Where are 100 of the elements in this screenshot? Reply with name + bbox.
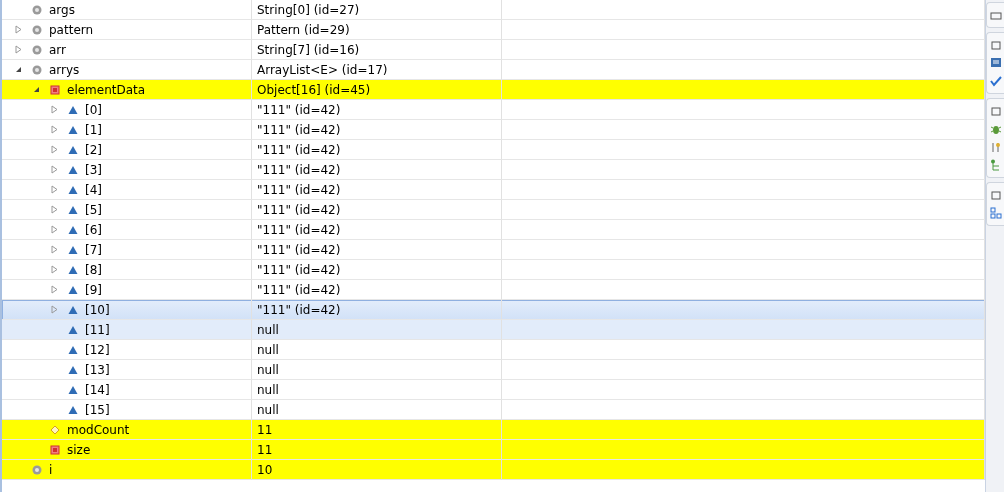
expand-arrow-icon[interactable] [50, 125, 59, 134]
local-variable-icon [32, 464, 42, 475]
variable-value: "111" (id=42) [256, 162, 341, 177]
variable-row[interactable]: [9] "111" (id=42) [2, 280, 985, 300]
local-variable-icon [32, 4, 42, 15]
variable-row[interactable]: size 11 [2, 440, 985, 460]
variable-name: [2] [85, 142, 102, 157]
variable-name: arrys [49, 62, 80, 77]
variable-value: "111" (id=42) [256, 282, 341, 297]
console-icon[interactable] [989, 57, 1002, 69]
breakpoint-tree-icon[interactable] [989, 159, 1002, 171]
variable-value: "111" (id=42) [256, 122, 341, 137]
variable-name: [10] [85, 302, 110, 317]
variable-value: Pattern (id=29) [256, 22, 350, 37]
variable-name: size [67, 442, 91, 457]
variable-value: "111" (id=42) [256, 242, 341, 257]
triangle-icon [68, 304, 78, 315]
variable-name: [3] [85, 162, 102, 177]
variable-row[interactable]: [11] null [2, 320, 985, 340]
variable-row[interactable]: [6] "111" (id=42) [2, 220, 985, 240]
minimize-icon[interactable] [989, 39, 1002, 51]
variable-row[interactable]: [2] "111" (id=42) [2, 140, 985, 160]
expand-arrow-icon[interactable] [14, 25, 23, 34]
variable-name: args [49, 2, 75, 17]
layout-icon[interactable] [989, 9, 1002, 21]
variable-row[interactable]: [12] null [2, 340, 985, 360]
variable-row[interactable]: arrys ArrayList<E> (id=17) [2, 60, 985, 80]
triangle-icon [68, 404, 78, 415]
bug-icon[interactable] [989, 123, 1002, 135]
outline-icon[interactable] [989, 207, 1002, 219]
expand-arrow-icon[interactable] [50, 145, 59, 154]
variable-row[interactable]: modCount 11 [2, 420, 985, 440]
variable-row[interactable]: [5] "111" (id=42) [2, 200, 985, 220]
variable-value: String[0] (id=27) [256, 2, 360, 17]
variable-row[interactable]: [14] null [2, 380, 985, 400]
variable-name: [14] [85, 382, 110, 397]
triangle-icon [68, 144, 78, 155]
expand-arrow-icon[interactable] [50, 285, 59, 294]
triangle-icon [68, 124, 78, 135]
variable-row[interactable]: [15] null [2, 400, 985, 420]
task-check-icon[interactable] [989, 75, 1002, 87]
variable-row[interactable]: arr String[7] (id=16) [2, 40, 985, 60]
expand-arrow-icon[interactable] [14, 45, 23, 54]
variable-value: 10 [256, 462, 273, 477]
expand-arrow-icon[interactable] [50, 305, 59, 314]
triangle-icon [68, 184, 78, 195]
variable-value: null [256, 382, 279, 397]
variable-name: elementData [67, 82, 146, 97]
collapse-arrow-icon[interactable] [32, 85, 41, 94]
variable-name: [9] [85, 282, 102, 297]
variable-value: ArrayList<E> (id=17) [256, 62, 388, 77]
expand-arrow-icon[interactable] [50, 185, 59, 194]
variable-row[interactable]: [10] "111" (id=42) [2, 300, 985, 320]
expand-arrow-icon[interactable] [50, 105, 59, 114]
variable-row[interactable]: i 10 [2, 460, 985, 480]
variable-row[interactable]: [1] "111" (id=42) [2, 120, 985, 140]
triangle-icon [68, 344, 78, 355]
variable-value: "111" (id=42) [256, 302, 341, 317]
expand-arrow-icon[interactable] [50, 205, 59, 214]
variable-value: String[7] (id=16) [256, 42, 360, 57]
variable-name: [11] [85, 322, 110, 337]
variable-value: "111" (id=42) [256, 142, 341, 157]
variable-row[interactable]: [8] "111" (id=42) [2, 260, 985, 280]
triangle-icon [68, 104, 78, 115]
variable-value: null [256, 362, 279, 377]
variable-row[interactable]: pattern Pattern (id=29) [2, 20, 985, 40]
variable-row[interactable]: [3] "111" (id=42) [2, 160, 985, 180]
variable-row[interactable]: [7] "111" (id=42) [2, 240, 985, 260]
variable-row[interactable]: [0] "111" (id=42) [2, 100, 985, 120]
triangle-icon [68, 384, 78, 395]
local-variable-icon [32, 44, 42, 55]
variable-name: pattern [49, 22, 94, 37]
variable-name: [6] [85, 222, 102, 237]
variable-name: [8] [85, 262, 102, 277]
triangle-icon [68, 164, 78, 175]
variable-name: arr [49, 42, 66, 57]
triangle-icon [68, 284, 78, 295]
local-variable-icon [32, 64, 42, 75]
variable-name: i [49, 462, 53, 477]
variable-value: "111" (id=42) [256, 222, 341, 237]
expand-arrow-icon[interactable] [50, 225, 59, 234]
variable-row[interactable]: [4] "111" (id=42) [2, 180, 985, 200]
variable-name: [7] [85, 242, 102, 257]
expand-arrow-icon[interactable] [50, 245, 59, 254]
triangle-icon [68, 324, 78, 335]
expand-arrow-icon[interactable] [50, 265, 59, 274]
minimize-icon[interactable] [989, 189, 1002, 201]
variable-value: null [256, 402, 279, 417]
variable-name: [12] [85, 342, 110, 357]
expand-arrow-icon[interactable] [50, 165, 59, 174]
variable-row[interactable]: [13] null [2, 360, 985, 380]
variable-value: null [256, 342, 279, 357]
collapse-arrow-icon[interactable] [14, 65, 23, 74]
variable-name: [1] [85, 122, 102, 137]
triangle-icon [68, 264, 78, 275]
variable-name: [0] [85, 102, 102, 117]
variable-name: [5] [85, 202, 102, 217]
minimize-icon[interactable] [989, 105, 1002, 117]
variable-row[interactable]: args String[0] (id=27) [2, 0, 985, 20]
variable-row[interactable]: elementData Object[16] (id=45) [2, 80, 985, 100]
